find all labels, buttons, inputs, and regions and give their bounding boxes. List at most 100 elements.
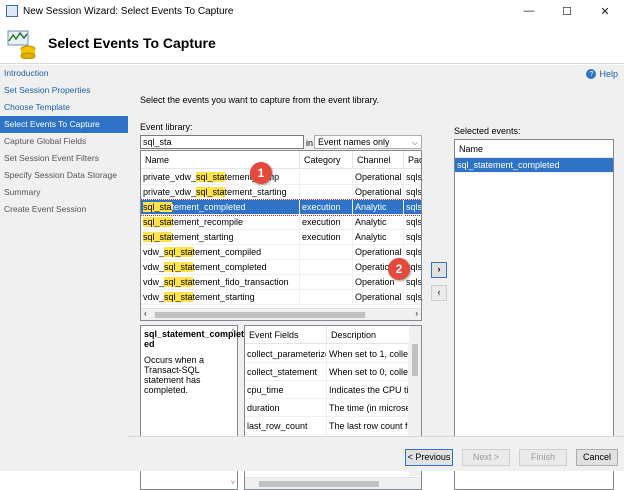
selected-column-name[interactable]: Name [455, 140, 613, 157]
wizard-header: Select Events To Capture [0, 22, 624, 64]
step-session-properties[interactable]: Set Session Properties [0, 82, 128, 99]
step-choose-template[interactable]: Choose Template [0, 99, 128, 116]
horizontal-scrollbar[interactable]: ‹ › [141, 308, 421, 320]
help-icon: ? [586, 69, 597, 79]
scroll-up-icon[interactable]: ˄ [231, 328, 235, 335]
filter-select[interactable]: Event names only ⌵ [314, 135, 422, 149]
event-name-prefix: private_vdw_ [143, 187, 197, 197]
event-channel-cell: Analytic [353, 215, 404, 229]
event-name-cell: private_vdw_sql_statement_comp [141, 170, 300, 184]
column-field-description[interactable]: Description [327, 326, 411, 343]
field-desc-cell: When set to 1, collect_... [327, 345, 409, 362]
column-category[interactable]: Category [300, 151, 353, 168]
event-category-cell [300, 290, 353, 304]
scroll-down-icon[interactable]: ˅ [231, 480, 235, 487]
next-button[interactable]: Next > [462, 449, 510, 466]
event-name-cell: vdw_sql_statement_starting [141, 290, 300, 304]
event-name-cell: vdw_sql_statement_compiled [141, 245, 300, 259]
page-title: Select Events To Capture [48, 34, 216, 51]
remove-event-button[interactable]: ‹ [431, 285, 447, 301]
field-row[interactable]: cpu_timeIndicates the CPU time ... [245, 381, 409, 399]
close-button[interactable]: ✕ [586, 0, 624, 22]
step-event-filters: Set Session Event Filters [4, 153, 99, 163]
event-row[interactable]: private_vdw_sql_statement_starting Operat… [141, 185, 421, 200]
column-channel-label: Channel [357, 155, 391, 165]
step-select-events[interactable]: Select Events To Capture [0, 116, 128, 133]
event-row[interactable]: sql_statement_starting execution Analytic s… [141, 230, 421, 245]
field-row[interactable]: durationThe time (in microsecon... [245, 399, 409, 417]
main-panel: ? Help Select the events you want to cap… [128, 65, 624, 490]
previous-button[interactable]: < Previous [405, 449, 453, 466]
column-channel[interactable]: Channel [353, 151, 404, 168]
event-channel-cell: Operational [353, 245, 404, 259]
search-input[interactable]: sql_sta [140, 135, 304, 149]
event-package-cell: sqls [406, 202, 422, 212]
column-package[interactable]: Pac [404, 151, 421, 168]
column-event-fields[interactable]: Event Fields [245, 326, 327, 343]
app-icon [6, 5, 18, 17]
field-name-cell: duration [245, 399, 327, 416]
column-category-label: Category [304, 155, 341, 165]
chevron-down-icon: ⌵ [411, 138, 418, 147]
finish-button[interactable]: Finish [519, 449, 567, 466]
event-channel-cell: Analytic [353, 230, 404, 244]
step-global-fields: Capture Global Fields [4, 136, 87, 146]
scroll-right-icon[interactable]: › [415, 309, 418, 318]
event-name-match: sql_sta [143, 232, 172, 242]
field-desc-cell: When set to 0, collect_... [327, 363, 409, 380]
fields-scroll-thumb[interactable] [412, 344, 418, 376]
event-package-cell: sqls [406, 277, 422, 287]
library-label: Event library: [140, 122, 193, 132]
field-row[interactable]: collect_parameterized_...When set to 1, … [245, 345, 409, 363]
field-row[interactable]: collect_statementWhen set to 0, collect_… [245, 363, 409, 381]
event-library-grid[interactable]: Name Category Channel Pac private_vdw_sq… [140, 150, 422, 321]
event-name-suffix: tement_starting [224, 187, 287, 197]
event-channel-cell: Operational [353, 170, 404, 184]
event-category-cell: execution [300, 230, 353, 244]
scroll-left-icon[interactable]: ‹ [144, 309, 147, 318]
fields-horizontal-scrollbar[interactable] [245, 477, 421, 489]
add-event-button[interactable]: › [431, 262, 447, 278]
event-row[interactable]: vdw_sql_statement_completed Operation sqls [141, 260, 421, 275]
event-row[interactable]: sql_statement_recompile execution Analytic… [141, 215, 421, 230]
selected-event-row[interactable]: sql_statement_completed [455, 158, 613, 173]
help-link[interactable]: ? Help [586, 69, 618, 79]
event-row[interactable]: vdw_sql_statement_fido_transaction Operat… [141, 275, 422, 290]
event-channel-cell: Operational [353, 185, 404, 199]
field-name-cell: collect_parameterized_... [245, 345, 327, 362]
wizard-icon [6, 27, 38, 59]
maximize-button[interactable]: ☐ [548, 0, 586, 22]
event-name-suffix: tement_starting [192, 292, 255, 302]
event-name-suffix: tement_starting [171, 232, 234, 242]
step-introduction[interactable]: Introduction [0, 65, 128, 82]
step-data-storage: Specify Session Data Storage [4, 170, 117, 180]
minimize-button[interactable]: — [510, 0, 548, 22]
scroll-thumb[interactable] [155, 312, 365, 318]
column-name[interactable]: Name [141, 151, 300, 168]
field-desc-cell: Indicates the CPU time ... [327, 381, 409, 398]
selected-events-label: Selected events: [454, 126, 521, 136]
step-create-session: Create Event Session [4, 204, 87, 214]
field-row[interactable]: last_row_countThe last row count for t..… [245, 417, 409, 435]
event-name-match: sql_sta [164, 247, 193, 257]
event-name-match: sql_sta [164, 262, 193, 272]
event-name-cell: vdw_sql_statement_fido_transaction [141, 275, 300, 289]
event-name-cell: sql_statement_starting [141, 230, 300, 244]
instructions: Select the events you want to capture fr… [140, 95, 379, 105]
in-label: in [306, 138, 314, 148]
event-row[interactable]: vdw_sql_statement_compiled Operational sql… [141, 245, 421, 260]
event-row[interactable]: vdw_sql_statement_starting Operational sql… [141, 290, 421, 305]
event-name-prefix: vdw_ [143, 277, 165, 287]
event-channel-cell: Operational [353, 290, 404, 304]
event-name-suffix: tement_completed [192, 262, 267, 272]
event-row[interactable]: private_vdw_sql_statement_comp Operationa… [141, 170, 421, 185]
event-category-cell: execution [300, 200, 353, 214]
field-name-cell: cpu_time [245, 381, 327, 398]
cancel-button[interactable]: Cancel [576, 449, 618, 466]
fields-hscroll-thumb[interactable] [259, 481, 379, 487]
event-row[interactable]: sql_statement_completed execution Analytic… [141, 199, 422, 216]
field-name-cell: last_row_count [245, 417, 327, 434]
field-desc-cell: The last row count for t... [327, 417, 409, 434]
fields-header: Event Fields Description [245, 326, 411, 344]
event-description-text: Occurs when a Transact-SQL statement has… [144, 355, 205, 395]
